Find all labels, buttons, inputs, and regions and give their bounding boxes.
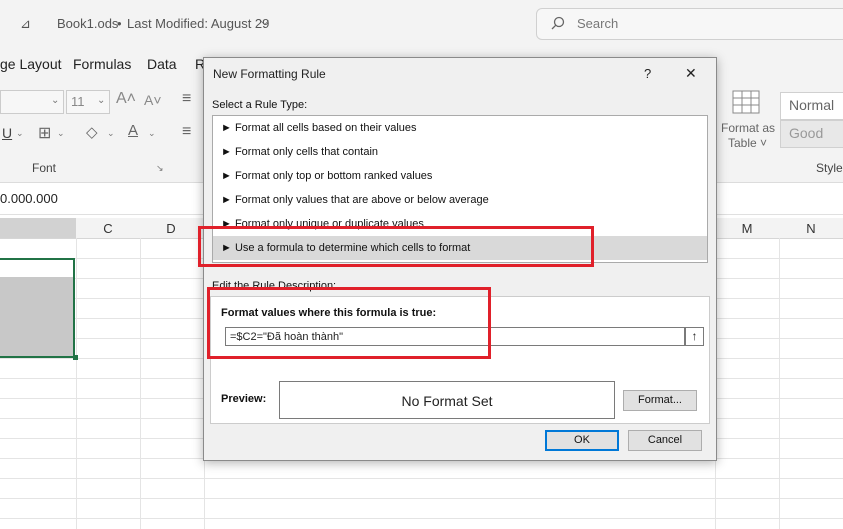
underline-button[interactable]: U <box>2 125 12 141</box>
font-name-select[interactable]: ⌄ <box>0 90 64 114</box>
grid-line <box>140 238 141 529</box>
chevron-down-icon: ⌵ <box>260 14 270 28</box>
format-as-table-icon <box>732 90 760 114</box>
menu-page-layout[interactable]: ge Layout <box>0 56 62 72</box>
formula-bar-value: 0.000.000 <box>0 191 58 206</box>
rule-type-item[interactable]: ► Format only top or bottom ranked value… <box>221 164 691 188</box>
indent-icon[interactable]: ≡ <box>182 123 191 141</box>
column-header-c[interactable]: C <box>88 221 128 236</box>
style-good[interactable]: Good <box>780 120 843 148</box>
format-as-table-button[interactable]: Format as <box>721 121 775 135</box>
dialog-launcher-icon[interactable]: ↘ <box>156 163 164 174</box>
file-name: Book1.ods <box>57 16 119 31</box>
help-button[interactable]: ? <box>644 66 651 81</box>
rule-type-item[interactable]: ► Format only values that are above or b… <box>221 188 691 212</box>
fill-handle[interactable] <box>73 355 78 360</box>
align-icon[interactable]: ≡ <box>182 90 191 108</box>
column-header-m[interactable]: M <box>727 221 767 236</box>
rule-type-item[interactable]: ► Format only cells that contain <box>221 140 691 164</box>
column-header-n[interactable]: N <box>791 221 831 236</box>
format-button[interactable]: Format... <box>623 390 697 411</box>
arrow-up-icon: ↑ <box>691 329 698 343</box>
grid-line <box>76 238 77 529</box>
styles-group-label: Styles <box>816 161 843 175</box>
grid-line <box>0 498 843 499</box>
search-placeholder: Search <box>577 16 619 31</box>
select-rule-type-label: Select a Rule Type: <box>212 99 308 111</box>
title-separator: • <box>117 16 122 31</box>
chevron-down-icon: ⌄ <box>97 95 106 106</box>
search-icon <box>551 16 565 30</box>
grid-line <box>0 518 843 519</box>
ok-button[interactable]: OK <box>545 430 619 451</box>
quick-access-dropdown[interactable]: ⊿ <box>20 16 31 32</box>
last-modified[interactable]: Last Modified: August 29 <box>127 16 269 31</box>
highlight-box-rule-type <box>198 226 594 267</box>
preview-label: Preview: <box>221 393 267 405</box>
highlight-box-formula <box>207 287 491 359</box>
preview-box: No Format Set <box>279 381 615 419</box>
shrink-font-button[interactable]: A˅ <box>144 92 162 108</box>
format-as-table-button-line2[interactable]: Table ˅ <box>728 136 767 150</box>
selection-border <box>0 258 75 358</box>
font-color-icon[interactable]: A <box>128 122 138 139</box>
column-header-selected[interactable] <box>0 218 76 238</box>
rule-type-item[interactable]: ► Format all cells based on their values <box>221 116 691 140</box>
chevron-down-icon: ⌄ <box>107 128 115 138</box>
chevron-down-icon: ⌄ <box>16 128 24 138</box>
font-group-label: Font <box>32 161 57 175</box>
column-header-d[interactable]: D <box>151 221 191 236</box>
fill-color-icon[interactable]: ◇ <box>86 123 98 141</box>
search-box[interactable]: Search <box>536 8 843 40</box>
font-size-select[interactable]: 11 ⌄ <box>66 90 110 114</box>
style-normal[interactable]: Normal <box>780 92 843 120</box>
cancel-button[interactable]: Cancel <box>628 430 702 451</box>
chevron-down-icon: ⌄ <box>51 95 60 106</box>
borders-icon[interactable]: ⊞ <box>38 123 51 143</box>
grid-line <box>779 238 780 529</box>
close-icon[interactable]: ✕ <box>685 65 697 82</box>
grow-font-button[interactable]: A˄ <box>116 90 136 108</box>
menu-formulas[interactable]: Formulas <box>73 56 131 72</box>
menu-data[interactable]: Data <box>147 56 177 72</box>
dialog-title: New Formatting Rule <box>213 67 326 81</box>
chevron-down-icon: ⌄ <box>57 128 65 138</box>
chevron-down-icon: ⌄ <box>148 128 156 138</box>
collapse-dialog-button[interactable]: ↑ <box>685 327 704 346</box>
font-size-value: 11 <box>71 94 85 109</box>
grid-line <box>0 478 843 479</box>
